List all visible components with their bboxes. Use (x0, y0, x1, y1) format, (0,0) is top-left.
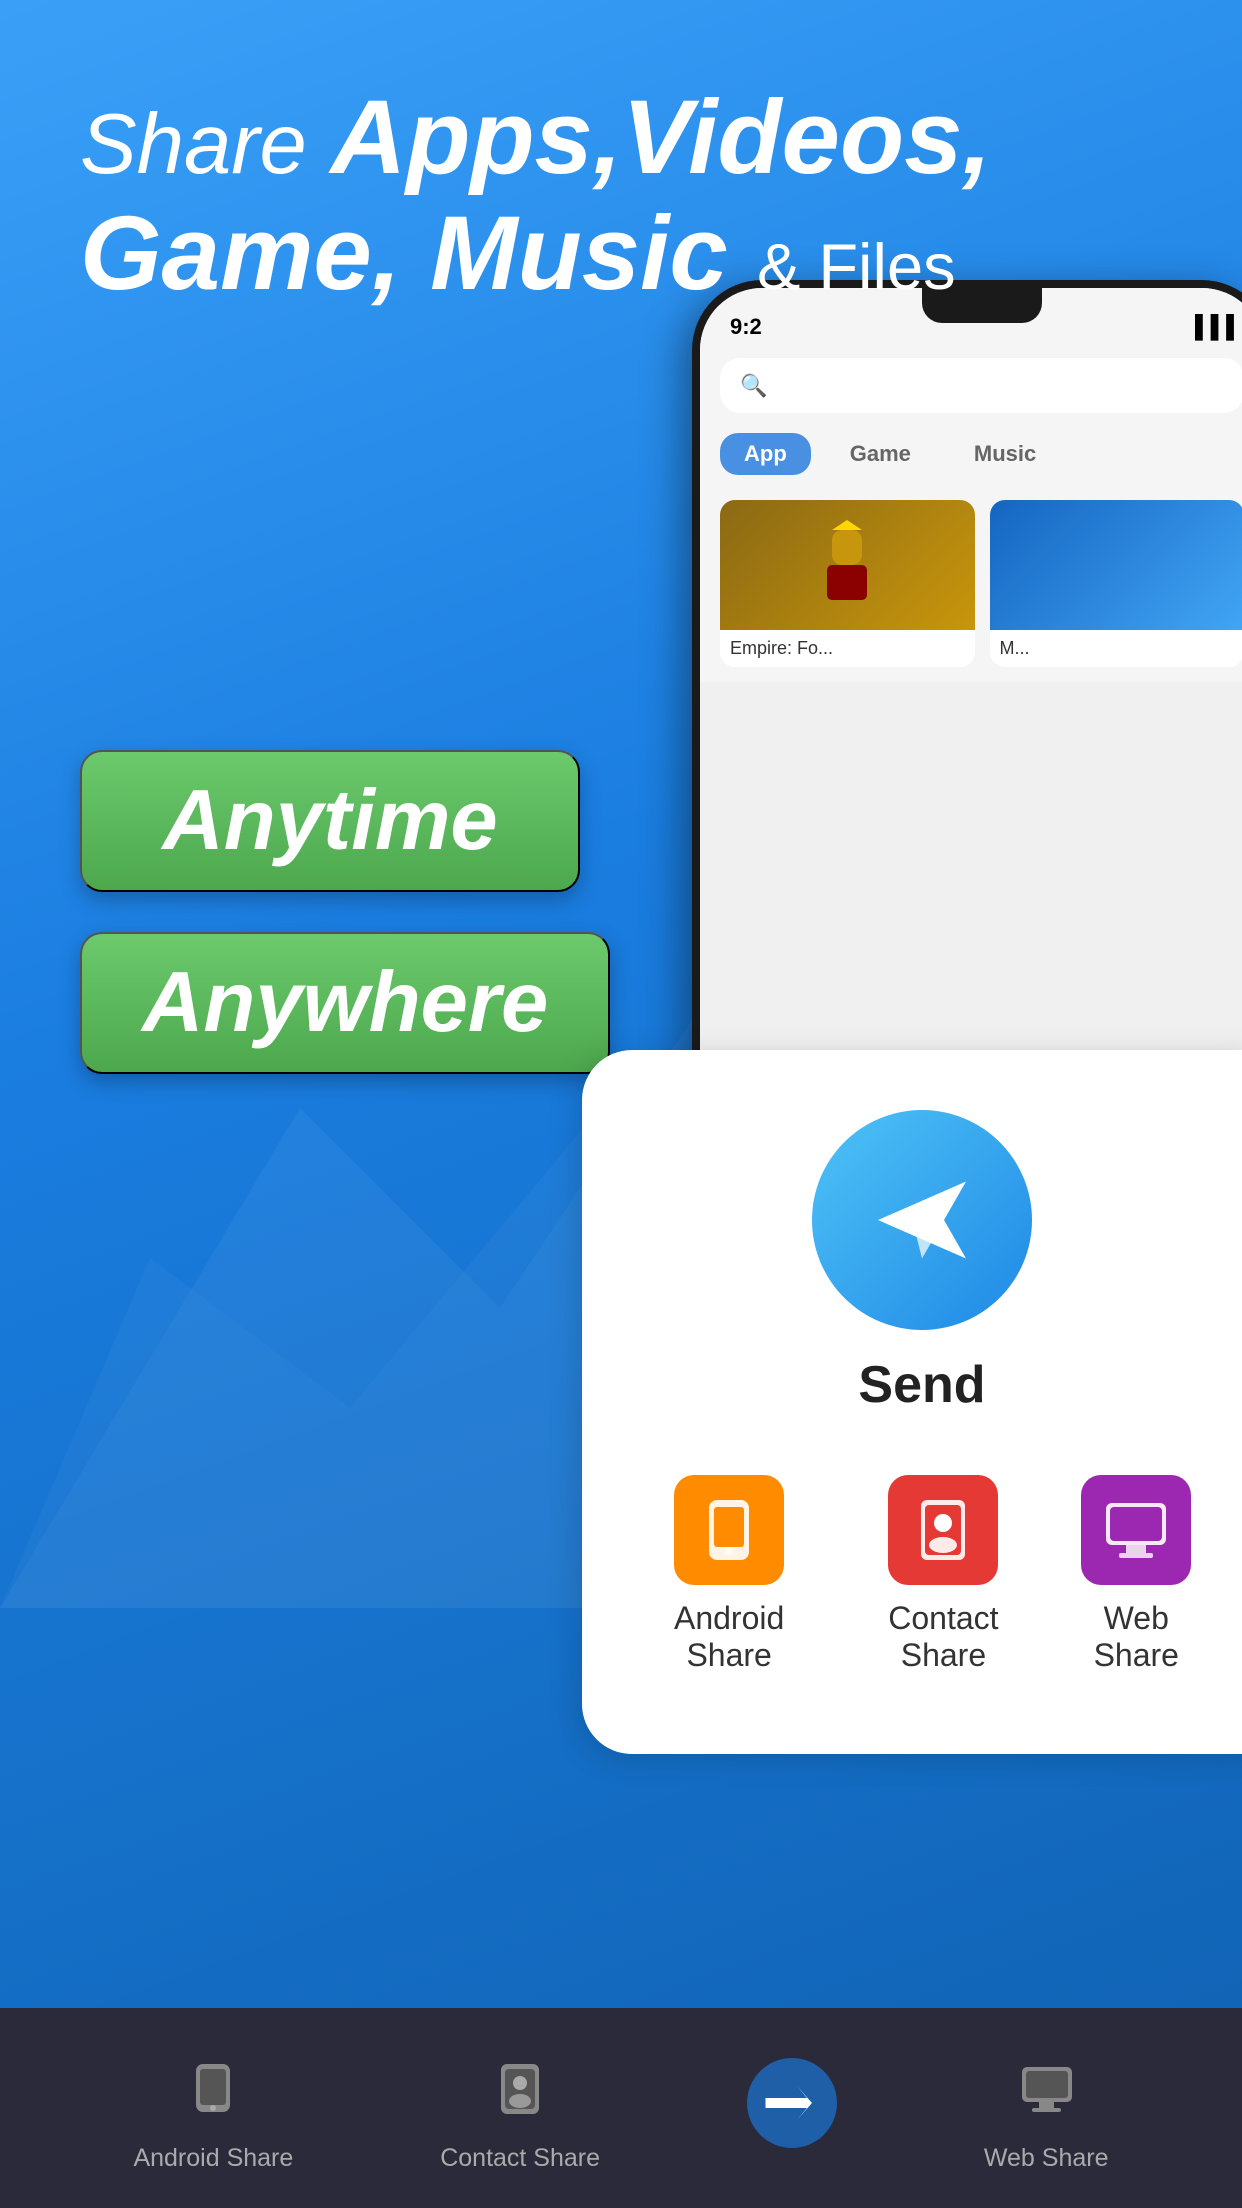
app-title-2: M... (990, 630, 1242, 667)
buttons-area: Anytime Anywhere (80, 750, 610, 1114)
share-word: Share (80, 97, 330, 192)
time-display: 9:2 (730, 314, 762, 340)
share-options: Android Share Contact Share (632, 1475, 1212, 1674)
anywhere-button[interactable]: Anywhere (80, 932, 610, 1074)
app-thumbnail (720, 500, 975, 630)
nav-web-icon (1001, 2044, 1091, 2134)
header-text-area: Share Apps,Videos, Game, Music & Files (80, 80, 1162, 311)
android-share-option[interactable]: Android Share (632, 1475, 826, 1674)
nav-contact-icon (475, 2044, 565, 2134)
app-title: Empire: Fo... (720, 630, 975, 667)
web-share-icon (1081, 1475, 1191, 1585)
signal-icons: ▐▐▐ (1187, 314, 1234, 340)
paper-plane-icon (867, 1165, 977, 1275)
nav-web-share[interactable]: Web Share (984, 2044, 1109, 2173)
send-panel: Send Android Share (582, 1050, 1242, 1754)
nav-android-share[interactable]: Android Share (133, 2044, 293, 2173)
app-thumbnail-2 (990, 500, 1242, 630)
tab-bar: App Game Music (700, 423, 1242, 485)
nav-web-label: Web Share (984, 2144, 1109, 2173)
nav-contact-label: Contact Share (440, 2144, 600, 2173)
nav-contact-share[interactable]: Contact Share (440, 2044, 600, 2173)
nav-android-icon (168, 2044, 258, 2134)
send-circle[interactable] (812, 1110, 1032, 1330)
web-share-option[interactable]: Web Share (1061, 1475, 1212, 1674)
contact-share-icon (888, 1475, 998, 1585)
anytime-button[interactable]: Anytime (80, 750, 580, 892)
files-text: & Files (757, 230, 956, 303)
nav-transfer-icon (747, 2058, 837, 2148)
search-icon: 🔍 (740, 373, 767, 399)
contact-share-label: Contact Share (846, 1600, 1040, 1674)
nav-transfer[interactable] (747, 2058, 837, 2158)
send-label: Send (858, 1355, 985, 1415)
header-line1: Share Apps,Videos, (80, 80, 1162, 196)
send-icon-container: Send (632, 1110, 1212, 1415)
tab-music[interactable]: Music (950, 433, 1060, 475)
nav-android-label: Android Share (133, 2144, 293, 2173)
app-grid: Empire: Fo... M... (700, 485, 1242, 682)
tab-app[interactable]: App (720, 433, 811, 475)
game-music-text: Game, Music (80, 195, 728, 312)
app-item-empire[interactable]: Empire: Fo... (720, 500, 975, 667)
tab-game[interactable]: Game (826, 433, 935, 475)
app-item-2[interactable]: M... (990, 500, 1242, 667)
apps-videos-text: Apps,Videos, (330, 79, 991, 196)
header-line2: Game, Music & Files (80, 196, 1162, 312)
android-share-label: Android Share (632, 1600, 826, 1674)
bottom-nav: Android Share Contact Share (0, 2008, 1242, 2208)
android-share-icon (674, 1475, 784, 1585)
search-input[interactable]: 🔍 (720, 358, 1242, 413)
contact-share-option[interactable]: Contact Share (846, 1475, 1040, 1674)
search-bar: 🔍 (700, 348, 1242, 423)
web-share-label: Web Share (1061, 1600, 1212, 1674)
